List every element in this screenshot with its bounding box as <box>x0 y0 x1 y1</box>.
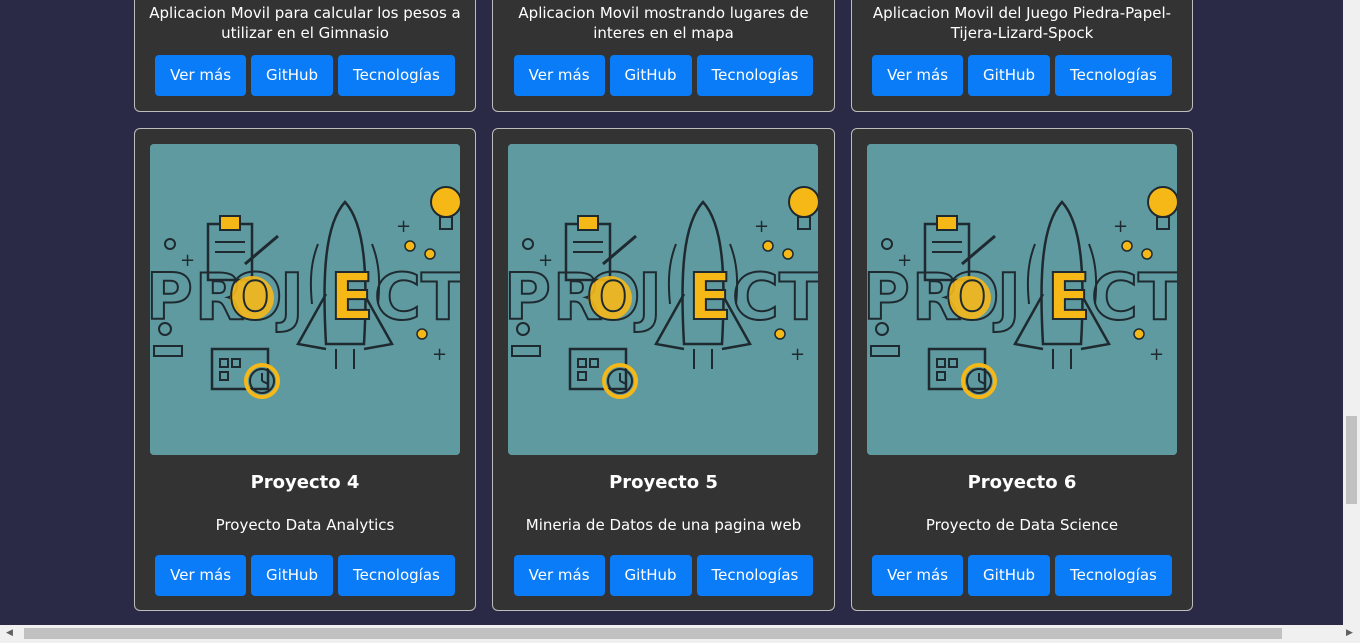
ver-mas-button[interactable]: Ver más <box>872 555 964 596</box>
ver-mas-button[interactable]: Ver más <box>155 55 247 96</box>
tecnologias-button[interactable]: Tecnologías <box>338 55 455 96</box>
project-description: Proyecto de Data Science <box>925 516 1119 534</box>
tecnologias-button[interactable]: Tecnologías <box>1055 555 1172 596</box>
github-button[interactable]: GitHub <box>609 55 692 96</box>
ver-mas-button[interactable]: Ver más <box>155 555 247 596</box>
card-actions: Ver más GitHub Tecnologías <box>493 555 834 596</box>
svg-text:CT: CT <box>732 261 818 335</box>
github-button[interactable]: GitHub <box>968 555 1051 596</box>
project-title: Proyecto 5 <box>609 472 718 493</box>
horizontal-scrollbar-thumb[interactable] <box>24 628 1282 639</box>
card-actions: Ver más GitHub Tecnologías <box>135 555 475 596</box>
project-card-1: Aplicacion Movil para calcular los pesos… <box>134 0 476 112</box>
svg-text:J: J <box>993 261 1021 335</box>
project-card-4: PR O J E CT + + + Proyecto 4 Proyecto Da… <box>134 128 476 611</box>
svg-text:+: + <box>180 250 195 271</box>
svg-text:E: E <box>1047 261 1091 335</box>
svg-text:+: + <box>538 250 553 271</box>
scroll-right-arrow-icon[interactable]: ▶ <box>1346 628 1353 638</box>
tecnologias-button[interactable]: Tecnologías <box>696 555 814 596</box>
ver-mas-button[interactable]: Ver más <box>513 55 605 96</box>
svg-text:CT: CT <box>1091 261 1177 335</box>
ver-mas-button[interactable]: Ver más <box>513 555 605 596</box>
project-card-6: PR O J E CT + + + Proyecto 6 Proyecto de… <box>851 128 1193 611</box>
svg-text:+: + <box>1113 216 1128 237</box>
svg-text:+: + <box>790 344 805 365</box>
tecnologias-button[interactable]: Tecnologías <box>696 55 814 96</box>
svg-text:O: O <box>945 261 999 335</box>
svg-text:J: J <box>634 261 662 335</box>
project-image: PR O J E CT + + + <box>150 144 460 455</box>
project-description: Mineria de Datos de una pagina web <box>525 516 802 534</box>
svg-text:E: E <box>688 261 732 335</box>
project-card-3: Aplicacion Movil del Juego Piedra-Papel-… <box>851 0 1193 112</box>
project-title: Proyecto 4 <box>250 472 360 493</box>
card-actions: Ver más GitHub Tecnologías <box>135 55 475 96</box>
vertical-scrollbar[interactable] <box>1343 0 1360 625</box>
github-button[interactable]: GitHub <box>251 555 334 596</box>
github-button[interactable]: GitHub <box>609 555 692 596</box>
svg-text:+: + <box>754 216 769 237</box>
project-title: Proyecto 6 <box>967 472 1077 493</box>
scroll-left-arrow-icon[interactable]: ◀ <box>6 628 13 638</box>
project-image: PR O J E CT + + + <box>867 144 1177 455</box>
vertical-scrollbar-thumb[interactable] <box>1346 416 1357 504</box>
project-image: PR O J E CT + + + <box>508 144 818 455</box>
tecnologias-button[interactable]: Tecnologías <box>338 555 455 596</box>
svg-text:+: + <box>432 344 447 365</box>
project-card-2: Aplicacion Movil mostrando lugares de in… <box>492 0 835 112</box>
project-description: Aplicacion Movil mostrando lugares de in… <box>518 4 809 42</box>
svg-text:O: O <box>228 261 282 335</box>
ver-mas-button[interactable]: Ver más <box>872 55 964 96</box>
github-button[interactable]: GitHub <box>251 55 334 96</box>
svg-text:CT: CT <box>374 261 460 335</box>
svg-text:J: J <box>276 261 304 335</box>
tecnologias-button[interactable]: Tecnologías <box>1055 55 1172 96</box>
card-actions: Ver más GitHub Tecnologías <box>493 55 834 96</box>
github-button[interactable]: GitHub <box>968 55 1051 96</box>
svg-text:+: + <box>1149 344 1164 365</box>
card-actions: Ver más GitHub Tecnologías <box>852 555 1192 596</box>
card-actions: Ver más GitHub Tecnologías <box>852 55 1192 96</box>
project-description: Aplicacion Movil para calcular los pesos… <box>149 4 461 42</box>
project-card-5: PR O J E CT + + + Proyecto 5 Mineria de … <box>492 128 835 611</box>
project-description: Aplicacion Movil del Juego Piedra-Papel-… <box>872 4 1172 42</box>
svg-text:+: + <box>897 250 912 271</box>
svg-text:O: O <box>586 261 640 335</box>
project-description: Proyecto Data Analytics <box>215 516 395 534</box>
svg-text:+: + <box>396 216 411 237</box>
svg-text:E: E <box>330 261 374 335</box>
